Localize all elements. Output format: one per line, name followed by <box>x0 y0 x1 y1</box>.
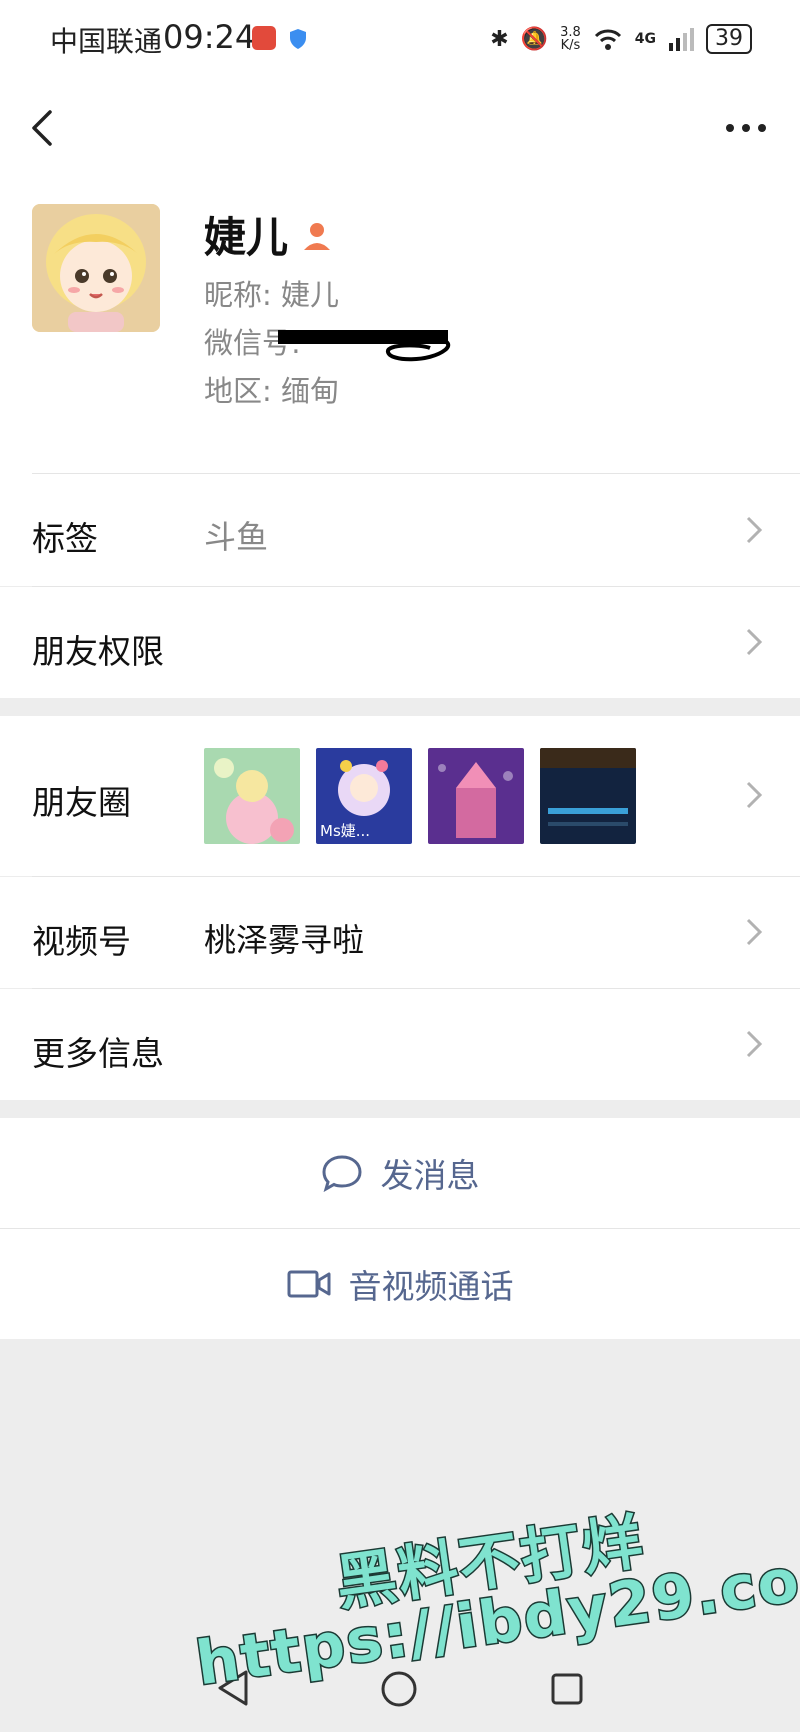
tags-row[interactable]: 标签 斗鱼 <box>0 474 800 586</box>
send-message-button[interactable]: 发消息 <box>0 1118 800 1228</box>
tags-label: 标签 <box>32 519 98 558</box>
system-home-button[interactable] <box>380 1670 418 1708</box>
channels-label: 视频号 <box>32 922 131 961</box>
profile-card: 婕儿 昵称: 婕儿 微信号: 地区: 缅甸 <box>0 176 800 474</box>
mute-bell-icon: 🔕 <box>520 26 549 52</box>
video-camera-icon <box>287 1270 330 1298</box>
wifi-icon <box>594 29 621 50</box>
carrier-name: 中国联通 <box>50 25 163 58</box>
status-bar: 中国联通 09:24 ✱ 🔕 3.8 K/s 4G 39 <box>0 0 800 78</box>
chevron-right-icon <box>746 1030 763 1058</box>
back-button[interactable] <box>24 108 64 148</box>
moments-label: 朋友圈 <box>32 783 131 822</box>
friend-permissions-row[interactable]: 朋友权限 <box>0 587 800 698</box>
friend-permissions-label: 朋友权限 <box>32 632 164 671</box>
contact-name: 婕儿 <box>204 213 289 262</box>
chevron-right-icon <box>746 781 763 809</box>
network-speed: 3.8 K/s <box>560 25 581 53</box>
moment-thumbnail <box>204 748 300 844</box>
anime-avatar-image <box>32 204 160 332</box>
moment-thumbnail: Ms婕... <box>316 748 412 844</box>
more-info-label: 更多信息 <box>32 1034 164 1073</box>
chevron-right-icon <box>746 516 763 544</box>
channels-value: 桃泽雾寻啦 <box>204 921 365 959</box>
moment-thumbnail <box>428 748 524 844</box>
system-recents-button[interactable] <box>550 1672 584 1706</box>
region-value: 缅甸 <box>281 374 340 408</box>
network-type: 4G <box>634 31 656 47</box>
nickname-value: 婕儿 <box>281 278 340 312</box>
chevron-right-icon <box>746 918 763 946</box>
signal-icon <box>669 28 694 51</box>
nav-bar <box>0 78 800 176</box>
moment-thumbnail-caption: Ms婕... <box>320 822 371 840</box>
send-message-label: 发消息 <box>380 1156 480 1195</box>
battery-indicator: 39 <box>706 24 752 54</box>
shield-icon <box>290 29 306 49</box>
nickname-line: 昵称: 婕儿 <box>204 278 340 312</box>
moments-row[interactable]: 朋友圈 Ms婕... <box>0 716 800 876</box>
bluetooth-icon: ✱ <box>490 26 509 52</box>
avatar[interactable] <box>32 204 160 332</box>
chevron-right-icon <box>746 628 763 656</box>
app-notification-icon <box>252 26 276 50</box>
redaction-scribble <box>278 330 451 362</box>
more-info-row[interactable]: 更多信息 <box>0 989 800 1100</box>
video-call-button[interactable]: 音视频通话 <box>0 1229 800 1339</box>
region-line: 地区: 缅甸 <box>204 374 340 408</box>
video-call-label: 音视频通话 <box>348 1267 514 1306</box>
status-indicators: ✱ 🔕 3.8 K/s 4G 39 <box>490 22 752 56</box>
chat-bubble-icon <box>321 1155 362 1192</box>
more-options-button[interactable] <box>724 110 768 146</box>
status-clock: 09:24 <box>163 18 256 56</box>
tags-value: 斗鱼 <box>204 518 269 556</box>
person-icon <box>304 223 330 250</box>
channels-row[interactable]: 视频号 桃泽雾寻啦 <box>0 877 800 988</box>
moment-thumbnail <box>540 748 636 844</box>
